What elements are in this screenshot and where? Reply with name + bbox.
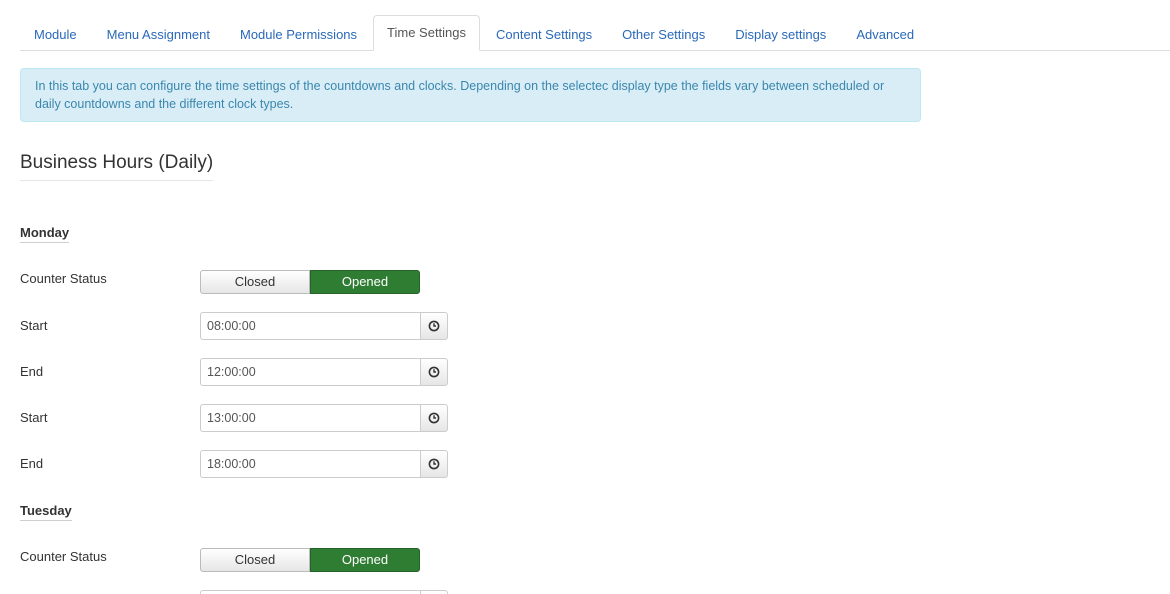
start-time-input[interactable] — [200, 404, 420, 432]
tab-module-permissions[interactable]: Module Permissions — [226, 17, 371, 51]
opened-button[interactable]: Opened — [310, 270, 420, 294]
tab-other-settings[interactable]: Other Settings — [608, 17, 719, 51]
end-label: End — [20, 364, 44, 379]
opened-button[interactable]: Opened — [310, 548, 420, 572]
info-alert: In this tab you can configure the time s… — [20, 68, 921, 122]
start-time-field — [200, 404, 448, 432]
tab-advanced[interactable]: Advanced — [842, 17, 928, 51]
clock-icon[interactable] — [420, 590, 448, 594]
day-title-tuesday: Tuesday — [20, 503, 72, 521]
day-title-monday: Monday — [20, 225, 70, 243]
start-time-input[interactable] — [200, 590, 420, 594]
end-time-input[interactable] — [200, 358, 420, 386]
tab-time-settings[interactable]: Time Settings — [373, 15, 481, 51]
clock-icon[interactable] — [420, 404, 448, 432]
start-time-input[interactable] — [200, 312, 420, 340]
tab-content-settings[interactable]: Content Settings — [482, 17, 606, 51]
start-time-field — [200, 312, 448, 340]
start-label: Start — [20, 318, 48, 333]
end-time-field — [200, 358, 448, 386]
end-time-input[interactable] — [200, 450, 420, 478]
counter-status-toggle: Closed Opened — [200, 548, 420, 572]
tab-module[interactable]: Module — [20, 17, 91, 51]
end-time-field — [200, 450, 448, 478]
counter-status-label: Counter Status — [20, 271, 107, 286]
tab-bar: Module Menu Assignment Module Permission… — [20, 14, 1170, 51]
counter-status-toggle: Closed Opened — [200, 270, 420, 294]
counter-status-label: Counter Status — [20, 549, 107, 564]
start-time-field — [200, 590, 448, 594]
start-label: Start — [20, 410, 48, 425]
section-title: Business Hours (Daily) — [20, 150, 214, 181]
clock-icon[interactable] — [420, 312, 448, 340]
page: Module Menu Assignment Module Permission… — [0, 0, 1170, 594]
closed-button[interactable]: Closed — [200, 270, 310, 294]
tab-menu-assignment[interactable]: Menu Assignment — [93, 17, 224, 51]
clock-icon[interactable] — [420, 358, 448, 386]
end-label: End — [20, 456, 44, 471]
info-alert-text: In this tab you can configure the time s… — [35, 79, 885, 111]
tab-display-settings[interactable]: Display settings — [721, 17, 840, 51]
clock-icon[interactable] — [420, 450, 448, 478]
closed-button[interactable]: Closed — [200, 548, 310, 572]
